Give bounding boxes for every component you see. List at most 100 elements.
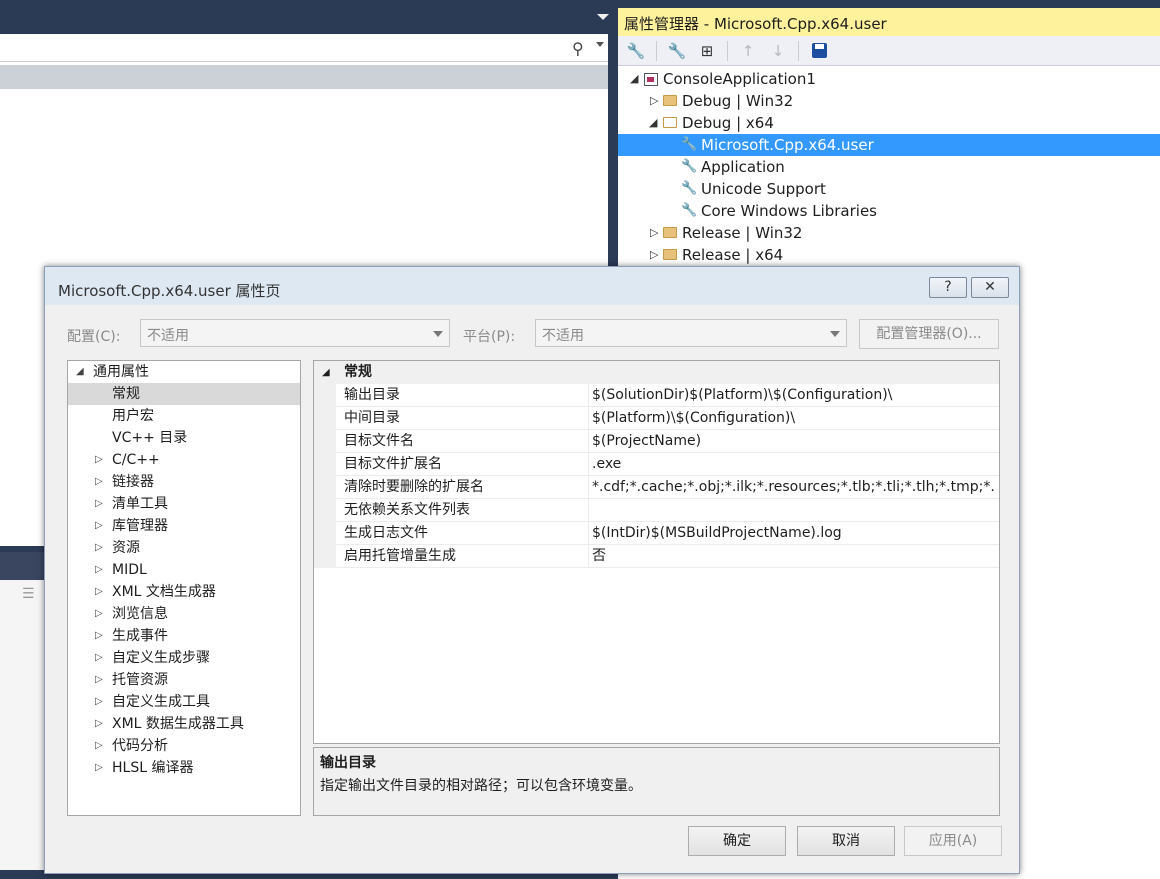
search-icon[interactable]: ⚲ <box>572 39 584 58</box>
collapsed-triangle-icon[interactable]: ▷ <box>95 449 103 471</box>
collapsed-triangle-icon[interactable]: ▷ <box>95 603 103 625</box>
nav-item-label: 清单工具 <box>112 496 168 512</box>
chevron-down-icon[interactable] <box>433 331 443 337</box>
search-options-caret-icon[interactable] <box>596 42 604 47</box>
collapsed-triangle-icon[interactable]: ▷ <box>95 471 103 493</box>
properties-wrench-icon[interactable]: 🔧 <box>626 41 646 61</box>
apply-button[interactable]: 应用(A) <box>904 826 1002 856</box>
tree-item-property-sheet[interactable]: 🔧 Unicode Support <box>618 178 1160 200</box>
save-icon[interactable] <box>809 41 829 61</box>
list-icon[interactable]: ☰ <box>22 586 35 602</box>
column-divider <box>588 453 589 476</box>
tree-item-property-sheet[interactable]: 🔧 Application <box>618 156 1160 178</box>
nav-item-user-macros[interactable]: 用户宏 <box>68 405 300 427</box>
nav-item-group[interactable]: ▷ 资源 <box>68 537 300 559</box>
platform-combo[interactable]: 不适用 <box>535 319 847 347</box>
property-row[interactable]: 无依赖关系文件列表 <box>314 499 999 522</box>
close-button[interactable]: ✕ <box>971 277 1009 298</box>
column-divider <box>588 499 589 522</box>
nav-item-label: 生成事件 <box>112 628 168 644</box>
nav-item-group[interactable]: ▷ 链接器 <box>68 471 300 493</box>
property-row[interactable]: 输出目录 $(SolutionDir)$(Platform)\$(Configur… <box>314 384 999 407</box>
nav-item-general[interactable]: 常规 <box>68 383 300 405</box>
nav-item-group[interactable]: ▷ C/C++ <box>68 449 300 471</box>
property-value[interactable]: $(Platform)\$(Configuration)\ <box>592 407 996 430</box>
collapsed-triangle-icon[interactable]: ▷ <box>95 647 103 669</box>
tab-dropdown-arrow-icon[interactable] <box>597 14 609 20</box>
nav-item-group[interactable]: ▷ MIDL <box>68 559 300 581</box>
collapsed-triangle-icon[interactable]: ▷ <box>95 559 103 581</box>
wrench-icon: 🔧 <box>681 137 698 152</box>
nav-item-group[interactable]: ▷ 代码分析 <box>68 735 300 757</box>
property-value[interactable]: $(IntDir)$(MSBuildProjectName).log <box>592 522 996 545</box>
dialog-title-bar[interactable]: Microsoft.Cpp.x64.user 属性页 ? ✕ <box>45 267 1019 305</box>
property-row[interactable]: 生成日志文件 $(IntDir)$(MSBuildProjectName).log <box>314 522 999 545</box>
nav-item-group[interactable]: ▷ HLSL 编译器 <box>68 757 300 779</box>
left-lower-tool-bar <box>0 552 45 580</box>
move-up-icon[interactable]: ↑ <box>738 41 758 61</box>
configuration-combo[interactable]: 不适用 <box>140 319 450 347</box>
collapsed-triangle-icon[interactable]: ▷ <box>95 537 103 559</box>
tree-item-config[interactable]: ▷ Release | x64 <box>618 244 1160 266</box>
cancel-button[interactable]: 取消 <box>797 826 895 856</box>
nav-item-group[interactable]: ▷ 浏览信息 <box>68 603 300 625</box>
nav-item-group[interactable]: ▷ 生成事件 <box>68 625 300 647</box>
left-search-bar[interactable]: ⚲ <box>0 34 608 62</box>
property-name: 清除时要删除的扩展名 <box>344 479 484 495</box>
collapsed-triangle-icon[interactable]: ▷ <box>95 515 103 537</box>
property-value[interactable]: 否 <box>592 545 996 568</box>
collapsed-triangle-icon[interactable]: ▷ <box>650 244 658 266</box>
left-header-strip <box>0 65 608 89</box>
tree-item-config[interactable]: ◢ Debug | x64 <box>618 112 1160 134</box>
collapsed-triangle-icon[interactable]: ▷ <box>95 625 103 647</box>
expanded-triangle-icon[interactable]: ◢ <box>322 361 330 384</box>
configuration-manager-button[interactable]: 配置管理器(O)... <box>859 319 999 349</box>
collapsed-triangle-icon[interactable]: ▷ <box>95 757 103 779</box>
tree-item-property-sheet[interactable]: 🔧 Core Windows Libraries <box>618 200 1160 222</box>
chevron-down-icon[interactable] <box>830 331 840 337</box>
expanded-triangle-icon[interactable]: ◢ <box>630 68 638 90</box>
add-existing-property-sheet-icon[interactable]: ⊞ <box>697 41 717 61</box>
nav-item-common-properties[interactable]: ◢ 通用属性 <box>68 361 300 383</box>
property-row[interactable]: 清除时要删除的扩展名 *.cdf;*.cache;*.obj;*.ilk;*.re… <box>314 476 999 499</box>
collapsed-triangle-icon[interactable]: ▷ <box>95 691 103 713</box>
nav-item-group[interactable]: ▷ 托管资源 <box>68 669 300 691</box>
property-row[interactable]: 中间目录 $(Platform)\$(Configuration)\ <box>314 407 999 430</box>
property-row[interactable]: 启用托管增量生成 否 <box>314 545 999 568</box>
nav-item-group[interactable]: ▷ 自定义生成工具 <box>68 691 300 713</box>
collapsed-triangle-icon[interactable]: ▷ <box>95 493 103 515</box>
nav-item-group[interactable]: ▷ XML 文档生成器 <box>68 581 300 603</box>
collapsed-triangle-icon[interactable]: ▷ <box>95 669 103 691</box>
collapsed-triangle-icon[interactable]: ▷ <box>95 581 103 603</box>
property-row[interactable]: 目标文件名 $(ProjectName) <box>314 430 999 453</box>
nav-item-vc-directories[interactable]: VC++ 目录 <box>68 427 300 449</box>
move-down-icon[interactable]: ↓ <box>768 41 788 61</box>
property-row[interactable]: 目标文件扩展名 .exe <box>314 453 999 476</box>
configuration-value: 不适用 <box>147 328 189 344</box>
grid-section-header[interactable]: ◢ 常规 <box>314 361 999 384</box>
tree-item-property-sheet[interactable]: 🔧 Microsoft.Cpp.x64.user <box>618 134 1160 156</box>
property-value[interactable]: .exe <box>592 453 996 476</box>
property-value[interactable]: $(ProjectName) <box>592 430 996 453</box>
nav-item-group[interactable]: ▷ 自定义生成步骤 <box>68 647 300 669</box>
ok-button[interactable]: 确定 <box>688 826 786 856</box>
help-button[interactable]: ? <box>929 277 967 298</box>
tree-item-config[interactable]: ▷ Release | Win32 <box>618 222 1160 244</box>
row-gutter <box>314 499 336 522</box>
tree-item-config[interactable]: ▷ Debug | Win32 <box>618 90 1160 112</box>
collapsed-triangle-icon[interactable]: ▷ <box>95 735 103 757</box>
expanded-triangle-icon[interactable]: ◢ <box>76 361 84 383</box>
collapsed-triangle-icon[interactable]: ▷ <box>95 713 103 735</box>
add-new-property-sheet-icon[interactable]: 🔧 <box>667 41 687 61</box>
nav-item-group[interactable]: ▷ 清单工具 <box>68 493 300 515</box>
collapsed-triangle-icon[interactable]: ▷ <box>650 90 658 112</box>
collapsed-triangle-icon[interactable]: ▷ <box>650 222 658 244</box>
tree-item-project[interactable]: ◢ ConsoleApplication1 <box>618 68 1160 90</box>
column-divider <box>588 545 589 568</box>
toolbar-separator <box>727 40 728 61</box>
nav-item-group[interactable]: ▷ XML 数据生成器工具 <box>68 713 300 735</box>
property-value[interactable]: *.cdf;*.cache;*.obj;*.ilk;*.resources;*.… <box>592 476 996 499</box>
expanded-triangle-icon[interactable]: ◢ <box>649 112 657 134</box>
nav-item-group[interactable]: ▷ 库管理器 <box>68 515 300 537</box>
property-value[interactable]: $(SolutionDir)$(Platform)\$(Configuratio… <box>592 384 996 407</box>
